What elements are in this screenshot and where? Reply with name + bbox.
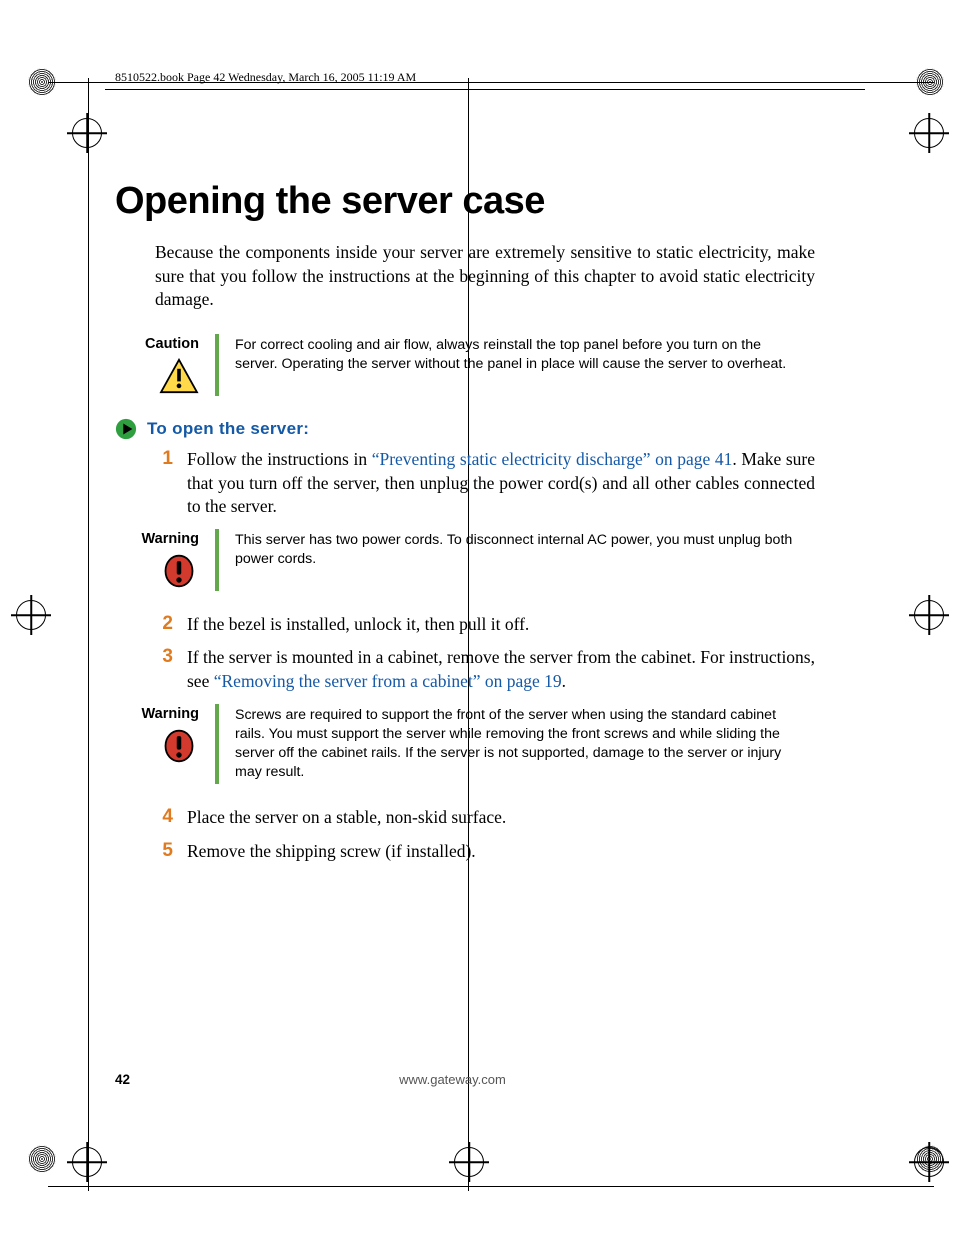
warning-icon [159, 728, 199, 764]
registration-mark [72, 1147, 102, 1177]
registration-mark [454, 1147, 484, 1177]
registration-mark [914, 1147, 944, 1177]
warning-callout: Warning This server has two power cords.… [215, 529, 815, 591]
registration-mark [914, 600, 944, 630]
registration-mark [16, 600, 46, 630]
step-text: Remove the shipping screw (if installed)… [187, 840, 815, 864]
caution-body: For correct cooling and air flow, always… [235, 336, 815, 374]
book-header: 8510522.book Page 42 Wednesday, March 16… [105, 70, 865, 90]
page-title: Opening the server case [115, 180, 855, 223]
step-text: . [562, 671, 566, 691]
step-text: If the bezel is installed, unlock it, th… [187, 613, 815, 637]
registration-mark [72, 118, 102, 148]
step-text: Place the server on a stable, non-skid s… [187, 806, 815, 830]
warning-icon [159, 553, 199, 589]
step-number: 2 [155, 613, 173, 637]
page-number: 42 [115, 1072, 130, 1087]
caution-callout: Caution For correct cooling and air flow… [215, 334, 815, 396]
warning-callout: Warning Screws are required to support t… [215, 704, 815, 785]
warning-label: Warning [121, 531, 199, 547]
warning-body: Screws are required to support the front… [235, 706, 815, 783]
step-3: 3 If the server is mounted in a cabinet,… [155, 646, 815, 693]
procedure-title: To open the server: [147, 419, 309, 439]
intro-paragraph: Because the components inside your serve… [155, 241, 815, 312]
xref-link[interactable]: “Removing the server from a cabinet” on … [214, 671, 562, 691]
step-number: 5 [155, 840, 173, 864]
caution-label: Caution [121, 336, 199, 352]
crop-line [88, 78, 89, 1191]
xref-link[interactable]: “Preventing static electricity discharge… [372, 449, 733, 469]
caution-icon [159, 358, 199, 394]
play-arrow-icon [115, 418, 137, 440]
step-5: 5 Remove the shipping screw (if installe… [155, 840, 815, 864]
step-1: 1 Follow the instructions in “Preventing… [155, 448, 815, 519]
step-number: 3 [155, 646, 173, 693]
step-text: Follow the instructions in [187, 449, 372, 469]
footer-url: www.gateway.com [399, 1072, 506, 1087]
step-number: 4 [155, 806, 173, 830]
step-4: 4 Place the server on a stable, non-skid… [155, 806, 815, 830]
step-2: 2 If the bezel is installed, unlock it, … [155, 613, 815, 637]
warning-label: Warning [121, 706, 199, 722]
crop-line [48, 1186, 934, 1187]
step-number: 1 [155, 448, 173, 519]
warning-body: This server has two power cords. To disc… [235, 531, 815, 569]
registration-mark [914, 118, 944, 148]
crop-mark [28, 1145, 56, 1173]
